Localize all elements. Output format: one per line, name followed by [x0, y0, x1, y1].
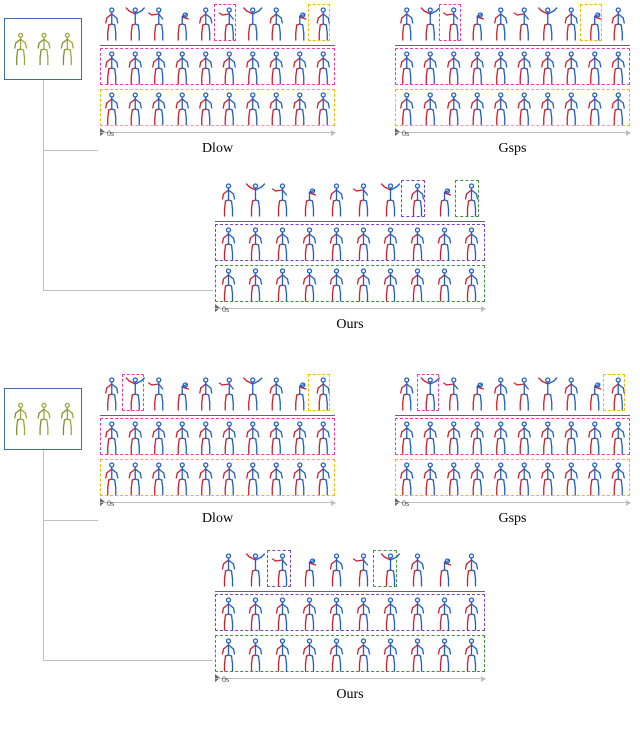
panel-dlow: 0s Dlow [100, 374, 335, 527]
prediction-row [395, 418, 630, 456]
time-axis: 0s [100, 498, 335, 512]
time-origin-label: 0s [402, 129, 409, 138]
prediction-row [395, 89, 630, 127]
skeleton-row [395, 374, 630, 412]
skeleton-row [100, 418, 335, 456]
method-label: Dlow [100, 511, 335, 527]
time-axis: 0s [100, 128, 335, 142]
example-2: 0s Dlow 0s Gsps [0, 370, 640, 740]
prediction-row [215, 224, 485, 262]
time-origin-label: 0s [222, 675, 229, 684]
panel-ours: 0s Ours [215, 550, 485, 703]
method-label: Ours [215, 687, 485, 703]
time-axis: 0s [215, 674, 485, 688]
method-label: Gsps [395, 141, 630, 157]
method-label: Ours [215, 317, 485, 333]
time-origin-label: 0s [402, 499, 409, 508]
skeleton-row [100, 4, 335, 42]
skeleton-row [215, 594, 485, 632]
end-pose-row [215, 550, 485, 588]
time-origin-label: 0s [222, 305, 229, 314]
skeleton-row [395, 4, 630, 42]
skeleton-row [215, 550, 485, 588]
prediction-row [395, 459, 630, 497]
skeleton-row [215, 635, 485, 673]
panel-ours: 0s Ours [215, 180, 485, 333]
prediction-row [215, 635, 485, 673]
end-pose-row [395, 4, 630, 42]
prediction-row [395, 48, 630, 86]
time-axis: 0s [215, 304, 485, 318]
skeleton-row [215, 180, 485, 218]
prediction-row [215, 594, 485, 632]
end-pose-row [100, 374, 335, 412]
skeleton-row [395, 48, 630, 86]
skeleton-row [215, 224, 485, 262]
prediction-row [100, 89, 335, 127]
skeleton-row [395, 459, 630, 497]
panel-dlow: 0s Dlow [100, 4, 335, 157]
skeleton-row [100, 48, 335, 86]
skeleton-row [100, 374, 335, 412]
panel-gsps: 0s Gsps [395, 374, 630, 527]
prediction-row [100, 418, 335, 456]
time-origin-label: 0s [107, 499, 114, 508]
method-label: Gsps [395, 511, 630, 527]
skeleton-row [100, 89, 335, 127]
prediction-row [215, 265, 485, 303]
time-axis: 0s [395, 498, 630, 512]
time-origin-label: 0s [107, 129, 114, 138]
skeleton-row [395, 418, 630, 456]
time-axis: 0s [395, 128, 630, 142]
end-pose-row [100, 4, 335, 42]
skeleton-row [395, 89, 630, 127]
example-1: 0s Dlow 0s Gsps [0, 0, 640, 370]
input-sequence-box [4, 18, 82, 80]
skeleton-row [100, 459, 335, 497]
skeleton-row [215, 265, 485, 303]
prediction-row [100, 48, 335, 86]
panel-gsps: 0s Gsps [395, 4, 630, 157]
end-pose-row [395, 374, 630, 412]
method-label: Dlow [100, 141, 335, 157]
end-pose-row [215, 180, 485, 218]
prediction-row [100, 459, 335, 497]
input-sequence-box [4, 388, 82, 450]
